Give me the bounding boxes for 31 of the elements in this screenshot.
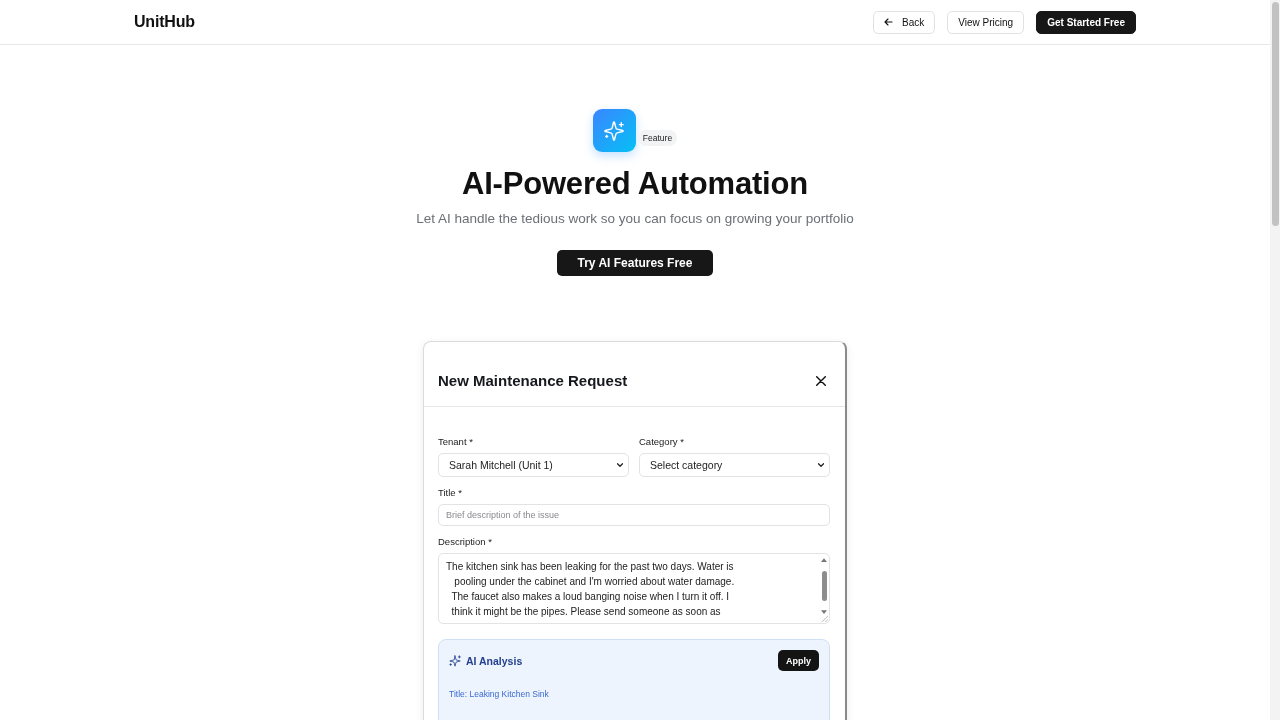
sparkle-icon (449, 654, 461, 667)
try-ai-button[interactable]: Try AI Features Free (556, 250, 714, 276)
textarea-field[interactable]: The kitchen sink has been leaking for the past two days. Water is pooling under the cabinet and I'm worried about water damage. The faucet also makes a loud banging noise when I turn it off. I think it might be the pipes. Please send someone as soon as (439, 554, 829, 623)
hero-title: AI-Powered Automation (462, 165, 808, 203)
field-label: Category * (639, 436, 684, 448)
page-scrollbar[interactable] (1270, 0, 1280, 720)
field-label: Title * (438, 487, 462, 499)
sparkle-tile-icon (592, 109, 636, 152)
logo-text[interactable]: UnitHub (134, 13, 195, 31)
apply-button[interactable]: Apply (778, 650, 819, 671)
pricing-button[interactable]: View Pricing (947, 10, 1025, 34)
field-label: Tenant * (438, 436, 473, 448)
text-field[interactable]: Brief description of the issue (438, 504, 830, 526)
dropdown-field[interactable]: Sarah Mitchell (Unit 1) (438, 453, 629, 477)
hero-subtitle: Let AI handle the tedious work so you can focus on growing your portfolio (416, 210, 854, 228)
back-button[interactable]: Back (873, 10, 936, 34)
textarea-scrollbar[interactable] (820, 558, 828, 614)
feature-badge: Feature (637, 130, 678, 146)
ai-analysis-title: AI Analysis (466, 654, 523, 667)
scroll-up-icon[interactable] (821, 558, 827, 562)
field-label: Description * (438, 536, 492, 548)
scroll-down-icon[interactable] (821, 610, 827, 614)
modal-title: New Maintenance Request (438, 371, 628, 391)
close-icon (816, 376, 826, 386)
chevron-down-icon (818, 463, 824, 467)
chevron-down-icon (617, 463, 623, 467)
resize-grip-icon[interactable] (821, 615, 828, 622)
arrow-left-icon (884, 18, 894, 26)
dropdown-field[interactable]: Select category (639, 453, 830, 477)
suggestion-text: Title: Leaking Kitchen Sink (449, 689, 549, 699)
get-started-button[interactable]: Get Started Free (1036, 10, 1136, 34)
